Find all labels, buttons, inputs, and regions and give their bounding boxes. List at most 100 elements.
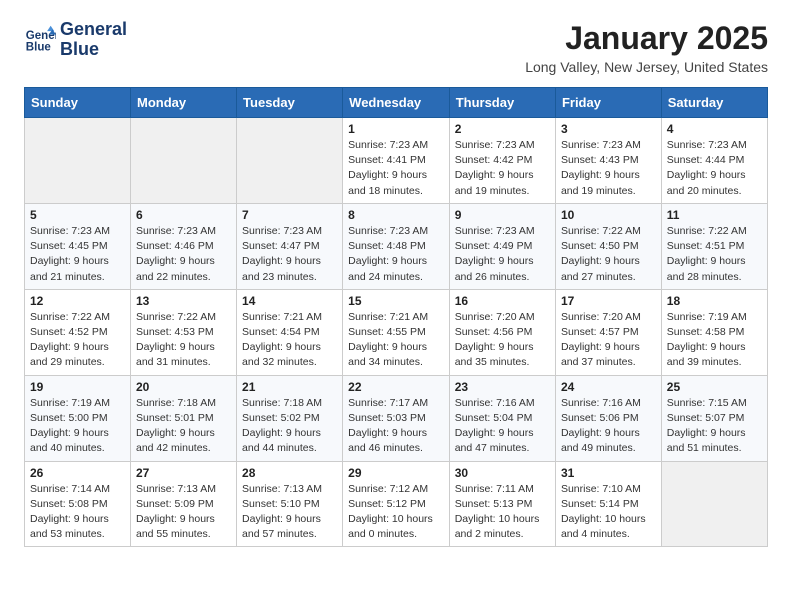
day-cell: 30 Sunrise: 7:11 AMSunset: 5:13 PMDayligh…: [449, 461, 555, 547]
day-cell: 17 Sunrise: 7:20 AMSunset: 4:57 PMDayligh…: [555, 289, 661, 375]
day-number: 3: [561, 122, 656, 136]
day-number: 10: [561, 208, 656, 222]
week-row-1: 1Sunrise: 7:23 AMSunset: 4:41 PMDaylight…: [25, 118, 768, 204]
day-cell: [661, 461, 767, 547]
day-info: Sunrise: 7:23 AMSunset: 4:42 PMDaylight:…: [455, 138, 550, 199]
day-cell: 6Sunrise: 7:23 AMSunset: 4:46 PMDaylight…: [131, 203, 237, 289]
day-cell: 2 Sunrise: 7:23 AMSunset: 4:42 PMDaylight…: [449, 118, 555, 204]
day-number: 9: [455, 208, 550, 222]
day-cell: 28Sunrise: 7:13 AMSunset: 5:10 PMDayligh…: [237, 461, 343, 547]
day-number: 24: [561, 380, 656, 394]
day-cell: 29 Sunrise: 7:12 AMSunset: 5:12 PMDayligh…: [343, 461, 450, 547]
day-number: 31: [561, 466, 656, 480]
day-cell: 3Sunrise: 7:23 AMSunset: 4:43 PMDaylight…: [555, 118, 661, 204]
weekday-header-monday: Monday: [131, 88, 237, 118]
weekday-header-wednesday: Wednesday: [343, 88, 450, 118]
day-number: 13: [136, 294, 231, 308]
day-info: Sunrise: 7:16 AMSunset: 5:04 PMDaylight:…: [455, 396, 550, 457]
day-info: Sunrise: 7:20 AMSunset: 4:56 PMDaylight:…: [455, 310, 550, 371]
day-number: 21: [242, 380, 337, 394]
weekday-header-thursday: Thursday: [449, 88, 555, 118]
day-number: 6: [136, 208, 231, 222]
day-cell: 21 Sunrise: 7:18 AMSunset: 5:02 PMDayligh…: [237, 375, 343, 461]
weekday-header-friday: Friday: [555, 88, 661, 118]
day-cell: [25, 118, 131, 204]
day-info: Sunrise: 7:11 AMSunset: 5:13 PMDaylight:…: [455, 482, 550, 543]
day-cell: 27Sunrise: 7:13 AMSunset: 5:09 PMDayligh…: [131, 461, 237, 547]
day-info: Sunrise: 7:20 AMSunset: 4:57 PMDaylight:…: [561, 310, 656, 371]
week-row-5: 26Sunrise: 7:14 AMSunset: 5:08 PMDayligh…: [25, 461, 768, 547]
day-cell: 26Sunrise: 7:14 AMSunset: 5:08 PMDayligh…: [25, 461, 131, 547]
day-number: 17: [561, 294, 656, 308]
day-number: 7: [242, 208, 337, 222]
day-cell: 11Sunrise: 7:22 AMSunset: 4:51 PMDayligh…: [661, 203, 767, 289]
weekday-header-row: SundayMondayTuesdayWednesdayThursdayFrid…: [25, 88, 768, 118]
day-info: Sunrise: 7:13 AMSunset: 5:09 PMDaylight:…: [136, 482, 231, 543]
weekday-header-saturday: Saturday: [661, 88, 767, 118]
day-info: Sunrise: 7:21 AMSunset: 4:54 PMDaylight:…: [242, 310, 337, 371]
day-number: 23: [455, 380, 550, 394]
day-info: Sunrise: 7:19 AMSunset: 4:58 PMDaylight:…: [667, 310, 762, 371]
day-number: 22: [348, 380, 444, 394]
logo-general: General: [60, 20, 127, 40]
day-cell: 31 Sunrise: 7:10 AMSunset: 5:14 PMDayligh…: [555, 461, 661, 547]
day-cell: 19 Sunrise: 7:19 AMSunset: 5:00 PMDayligh…: [25, 375, 131, 461]
day-cell: 9 Sunrise: 7:23 AMSunset: 4:49 PMDaylight…: [449, 203, 555, 289]
day-number: 14: [242, 294, 337, 308]
day-cell: 14 Sunrise: 7:21 AMSunset: 4:54 PMDayligh…: [237, 289, 343, 375]
day-info: Sunrise: 7:19 AMSunset: 5:00 PMDaylight:…: [30, 396, 125, 457]
day-info: Sunrise: 7:23 AMSunset: 4:44 PMDaylight:…: [667, 138, 762, 199]
svg-text:Blue: Blue: [26, 41, 52, 53]
day-cell: 23 Sunrise: 7:16 AMSunset: 5:04 PMDayligh…: [449, 375, 555, 461]
day-number: 5: [30, 208, 125, 222]
day-cell: 1Sunrise: 7:23 AMSunset: 4:41 PMDaylight…: [343, 118, 450, 204]
day-info: Sunrise: 7:22 AMSunset: 4:53 PMDaylight:…: [136, 310, 231, 371]
day-info: Sunrise: 7:23 AMSunset: 4:47 PMDaylight:…: [242, 224, 337, 285]
day-number: 25: [667, 380, 762, 394]
day-cell: 15Sunrise: 7:21 AMSunset: 4:55 PMDayligh…: [343, 289, 450, 375]
day-info: Sunrise: 7:23 AMSunset: 4:45 PMDaylight:…: [30, 224, 125, 285]
day-cell: 7 Sunrise: 7:23 AMSunset: 4:47 PMDaylight…: [237, 203, 343, 289]
day-cell: 22 Sunrise: 7:17 AMSunset: 5:03 PMDayligh…: [343, 375, 450, 461]
day-info: Sunrise: 7:18 AMSunset: 5:02 PMDaylight:…: [242, 396, 337, 457]
day-info: Sunrise: 7:23 AMSunset: 4:49 PMDaylight:…: [455, 224, 550, 285]
day-info: Sunrise: 7:23 AMSunset: 4:41 PMDaylight:…: [348, 138, 444, 199]
day-cell: 8 Sunrise: 7:23 AMSunset: 4:48 PMDaylight…: [343, 203, 450, 289]
day-number: 8: [348, 208, 444, 222]
day-number: 29: [348, 466, 444, 480]
title-block: January 2025 Long Valley, New Jersey, Un…: [525, 20, 768, 75]
day-info: Sunrise: 7:10 AMSunset: 5:14 PMDaylight:…: [561, 482, 656, 543]
day-number: 4: [667, 122, 762, 136]
day-info: Sunrise: 7:22 AMSunset: 4:51 PMDaylight:…: [667, 224, 762, 285]
day-info: Sunrise: 7:17 AMSunset: 5:03 PMDaylight:…: [348, 396, 444, 457]
day-number: 19: [30, 380, 125, 394]
logo: General Blue General Blue: [24, 20, 127, 60]
week-row-4: 19 Sunrise: 7:19 AMSunset: 5:00 PMDayligh…: [25, 375, 768, 461]
day-info: Sunrise: 7:12 AMSunset: 5:12 PMDaylight:…: [348, 482, 444, 543]
week-row-2: 5 Sunrise: 7:23 AMSunset: 4:45 PMDaylight…: [25, 203, 768, 289]
location: Long Valley, New Jersey, United States: [525, 59, 768, 75]
calendar-table: SundayMondayTuesdayWednesdayThursdayFrid…: [24, 87, 768, 547]
day-info: Sunrise: 7:22 AMSunset: 4:52 PMDaylight:…: [30, 310, 125, 371]
day-info: Sunrise: 7:23 AMSunset: 4:48 PMDaylight:…: [348, 224, 444, 285]
day-info: Sunrise: 7:18 AMSunset: 5:01 PMDaylight:…: [136, 396, 231, 457]
day-number: 15: [348, 294, 444, 308]
day-number: 28: [242, 466, 337, 480]
day-cell: 13 Sunrise: 7:22 AMSunset: 4:53 PMDayligh…: [131, 289, 237, 375]
day-info: Sunrise: 7:22 AMSunset: 4:50 PMDaylight:…: [561, 224, 656, 285]
day-number: 26: [30, 466, 125, 480]
day-cell: 16 Sunrise: 7:20 AMSunset: 4:56 PMDayligh…: [449, 289, 555, 375]
day-cell: 25 Sunrise: 7:15 AMSunset: 5:07 PMDayligh…: [661, 375, 767, 461]
day-number: 16: [455, 294, 550, 308]
day-number: 2: [455, 122, 550, 136]
week-row-3: 12Sunrise: 7:22 AMSunset: 4:52 PMDayligh…: [25, 289, 768, 375]
logo-icon: General Blue: [24, 24, 56, 56]
day-cell: 4 Sunrise: 7:23 AMSunset: 4:44 PMDaylight…: [661, 118, 767, 204]
day-cell: 18Sunrise: 7:19 AMSunset: 4:58 PMDayligh…: [661, 289, 767, 375]
weekday-header-sunday: Sunday: [25, 88, 131, 118]
page-header: General Blue General Blue January 2025 L…: [24, 20, 768, 75]
day-info: Sunrise: 7:16 AMSunset: 5:06 PMDaylight:…: [561, 396, 656, 457]
day-number: 30: [455, 466, 550, 480]
day-info: Sunrise: 7:15 AMSunset: 5:07 PMDaylight:…: [667, 396, 762, 457]
month-title: January 2025: [525, 20, 768, 57]
